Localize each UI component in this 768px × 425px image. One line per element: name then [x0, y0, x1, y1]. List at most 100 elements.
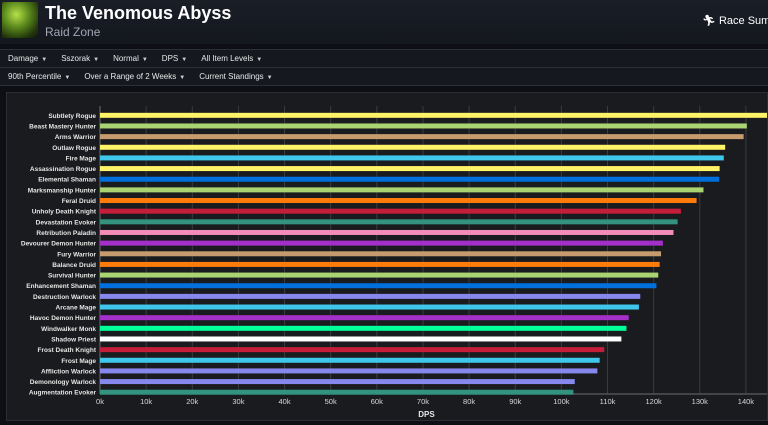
boss-dropdown[interactable]: Sszorak ▼: [61, 54, 99, 63]
category-label: Retribution Paladin: [36, 230, 96, 237]
caret-down-icon: ▼: [93, 57, 100, 63]
category-label: Arcane Mage: [56, 305, 97, 312]
bar-feral-druid[interactable]: [100, 198, 697, 204]
caret-down-icon: ▼: [141, 57, 148, 63]
category-label: Arms Warrior: [55, 134, 97, 141]
category-label: Survival Hunter: [48, 273, 97, 280]
bar-destruction-warlock[interactable]: [100, 293, 641, 299]
x-axis-label: DPS: [418, 410, 435, 419]
category-label: Elemental Shaman: [38, 177, 96, 184]
caret-down-icon: ▼: [41, 57, 48, 63]
percentile-dropdown[interactable]: 90th Percentile ▼: [8, 72, 70, 81]
bar-survival-hunter[interactable]: [100, 272, 659, 278]
dropdown-label: Normal: [113, 54, 139, 63]
x-tick-label: 50k: [325, 397, 337, 406]
category-label: Demonology Warlock: [30, 379, 97, 386]
category-label: Devastation Evoker: [36, 219, 97, 226]
bar-marksmanship-hunter[interactable]: [100, 187, 704, 193]
category-label: Havoc Demon Hunter: [30, 315, 97, 322]
x-tick-label: 100k: [553, 397, 570, 406]
category-label: Assassination Rogue: [30, 166, 96, 173]
filter-bar-primary: Damage ▼ Sszorak ▼ Normal ▼ DPS ▼ All Item L…: [0, 49, 768, 68]
x-tick-label: 70k: [417, 397, 429, 406]
category-label: Frost Death Knight: [38, 347, 97, 354]
category-label: Frost Mage: [61, 358, 96, 365]
bar-frost-death-knight[interactable]: [100, 347, 605, 353]
page-title: The Venomous Abyss: [45, 3, 232, 23]
category-label: Beast Mastery Hunter: [29, 123, 96, 130]
bar-augmentation-evoker[interactable]: [100, 389, 574, 395]
dropdown-label: Over a Range of 2 Weeks: [84, 72, 177, 81]
x-tick-label: 120k: [646, 397, 663, 406]
bar-frost-mage[interactable]: [100, 357, 600, 363]
caret-down-icon: ▼: [64, 75, 71, 81]
category-label: Marksmanship Hunter: [28, 187, 97, 194]
bar-demonology-warlock[interactable]: [100, 379, 575, 385]
caret-down-icon: ▼: [256, 57, 263, 63]
metric-dropdown[interactable]: Damage ▼: [8, 54, 47, 63]
x-tick-label: 30k: [232, 397, 244, 406]
x-tick-label: 140k: [738, 397, 755, 406]
category-label: Destruction Warlock: [33, 294, 96, 301]
dps-bar-chart: 0k 10k 20k 30k 40k 50k 60k 70k 80k 90k 100k 110k 120…: [21, 106, 768, 419]
dps-chart-panel: 0k 10k 20k 30k 40k 50k 60k 70k 80k 90k 100k 110k 120…: [6, 92, 768, 421]
x-tick-label: 80k: [463, 397, 475, 406]
bar-devourer-demon-hunter[interactable]: [100, 240, 663, 246]
standings-dropdown[interactable]: Current Standings ▼: [199, 72, 272, 81]
bar-enhancement-shaman[interactable]: [100, 283, 657, 289]
x-tick-label: 90k: [509, 397, 521, 406]
bar-havoc-demon-hunter[interactable]: [100, 315, 629, 321]
bar-elemental-shaman[interactable]: [100, 176, 720, 182]
bar-affliction-warlock[interactable]: [100, 368, 598, 374]
role-dropdown[interactable]: DPS ▼: [162, 54, 187, 63]
bar-outlaw-rogue[interactable]: [100, 144, 726, 150]
bar-fire-mage[interactable]: [100, 155, 724, 161]
category-label: Feral Druid: [62, 198, 96, 205]
difficulty-dropdown[interactable]: Normal ▼: [113, 54, 148, 63]
bar-windwalker-monk[interactable]: [100, 325, 627, 331]
bar-devastation-evoker[interactable]: [100, 219, 678, 225]
item-level-dropdown[interactable]: All Item Levels ▼: [201, 54, 262, 63]
bar-arms-warrior[interactable]: [100, 134, 744, 140]
x-tick-label: 10k: [140, 397, 152, 406]
dropdown-label: Sszorak: [61, 54, 91, 63]
bar-retribution-paladin[interactable]: [100, 229, 674, 235]
dropdown-label: DPS: [161, 54, 179, 63]
bar-fury-warrior[interactable]: [100, 251, 662, 257]
category-label: Shadow Priest: [51, 336, 97, 343]
bar-subtlety-rogue[interactable]: [100, 112, 768, 118]
x-tick-label: 60k: [371, 397, 383, 406]
category-label: Subtlety Rogue: [48, 113, 96, 120]
category-label: Outlaw Rogue: [52, 145, 96, 152]
dropdown-label: Current Standings: [199, 72, 264, 81]
filter-bar-secondary: 90th Percentile ▼ Over a Range of 2 Weeks…: [0, 68, 768, 86]
page-subtitle: Raid Zone: [45, 25, 101, 39]
x-tick-label: 0k: [96, 397, 104, 406]
bar-assassination-rogue[interactable]: [100, 166, 720, 172]
bar-arcane-mage[interactable]: [100, 304, 639, 310]
category-label: Affliction Warlock: [41, 368, 96, 375]
bar-unholy-death-knight[interactable]: [100, 208, 681, 214]
category-label: Devourer Demon Hunter: [21, 241, 97, 248]
race-summary-label: Race Sum: [718, 15, 768, 27]
x-tick-label: 20k: [186, 397, 198, 406]
caret-down-icon: ▼: [179, 75, 186, 81]
category-label: Fire Mage: [66, 155, 97, 162]
category-label: Enhancement Shaman: [26, 283, 96, 290]
category-label: Balance Druid: [52, 262, 96, 269]
bar-balance-druid[interactable]: [100, 261, 660, 267]
race-summary-link[interactable]: 🏃︎ Race Sum: [702, 14, 768, 27]
time-range-dropdown[interactable]: Over a Range of 2 Weeks ▼: [84, 72, 185, 81]
zone-logo-icon: [2, 2, 38, 38]
caret-down-icon: ▼: [181, 57, 188, 63]
caret-down-icon: ▼: [266, 75, 273, 81]
category-label: Windwalker Monk: [41, 326, 96, 333]
category-label: Fury Warrior: [57, 251, 96, 258]
category-label: Augmentation Evoker: [29, 390, 97, 397]
x-tick-label: 110k: [600, 397, 616, 406]
zone-header: The Venomous Abyss Raid Zone 🏃︎ Race Sum: [0, 0, 768, 44]
x-tick-label: 40k: [279, 397, 291, 406]
bar-shadow-priest[interactable]: [100, 336, 622, 342]
dropdown-label: Damage: [8, 54, 39, 63]
bar-beast-mastery-hunter[interactable]: [100, 123, 747, 129]
